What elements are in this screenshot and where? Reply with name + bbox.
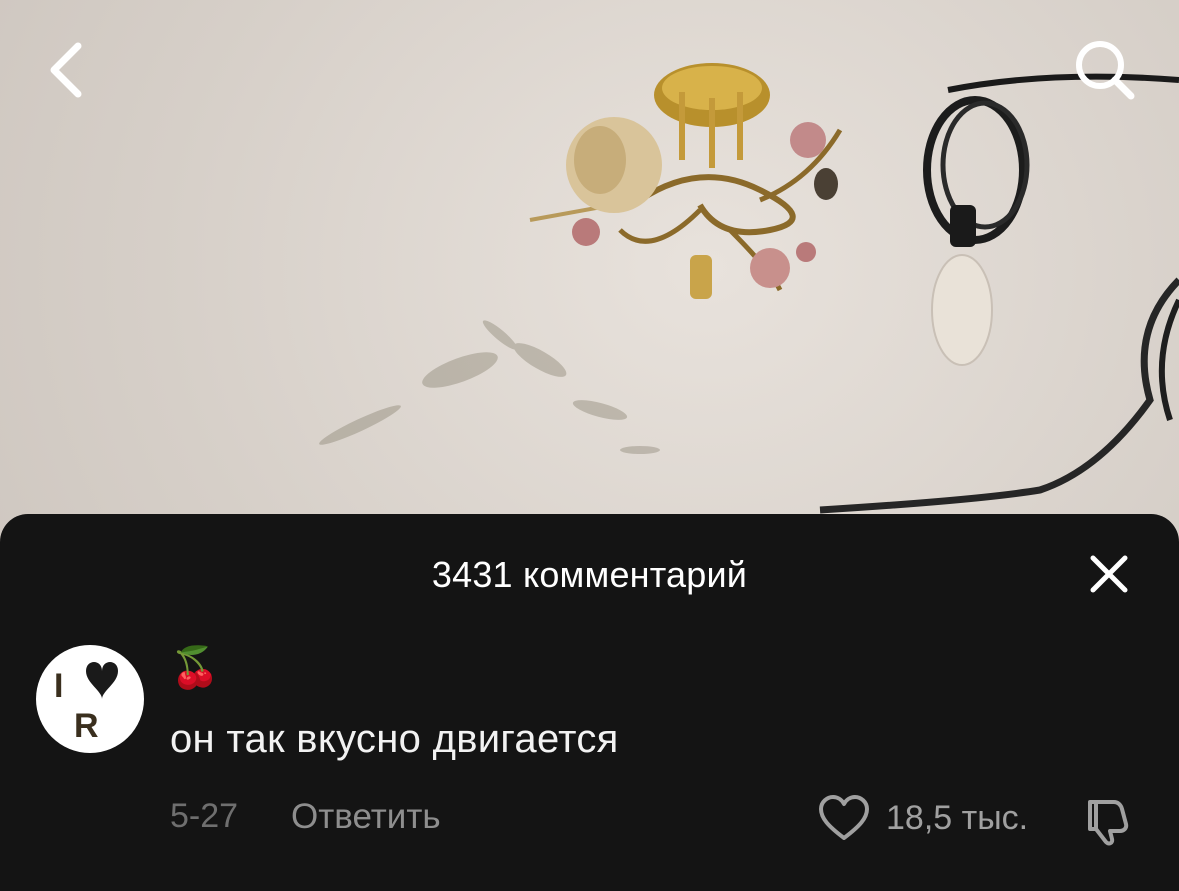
reply-button[interactable]: Ответить bbox=[291, 797, 441, 837]
comments-sheet: 3431 комментарий I R 🍒 он так вкусно дви… bbox=[0, 514, 1179, 891]
comments-title: 3431 комментарий bbox=[431, 554, 748, 595]
comment-author[interactable]: 🍒 bbox=[170, 644, 220, 692]
avatar-letter-i: I bbox=[54, 667, 63, 705]
comment-date: 5-27 bbox=[170, 797, 239, 835]
like-count: 18,5 тыс. bbox=[886, 798, 1029, 837]
search-button[interactable] bbox=[1065, 30, 1145, 110]
close-comments-button[interactable] bbox=[1083, 548, 1135, 600]
heart-icon bbox=[86, 662, 118, 699]
chevron-left-icon bbox=[50, 42, 82, 98]
back-button[interactable] bbox=[26, 30, 106, 110]
search-icon bbox=[1076, 41, 1135, 100]
dislike-button[interactable] bbox=[1080, 794, 1134, 848]
avatar[interactable]: I R bbox=[36, 645, 144, 753]
heart-outline-icon bbox=[819, 795, 869, 840]
close-icon bbox=[1090, 555, 1128, 593]
comment-text: он так вкусно двигается bbox=[170, 717, 619, 761]
avatar-letter-r: R bbox=[74, 707, 99, 745]
thumbs-down-icon bbox=[1088, 800, 1129, 846]
like-button[interactable]: 18,5 тыс. bbox=[818, 794, 1028, 842]
